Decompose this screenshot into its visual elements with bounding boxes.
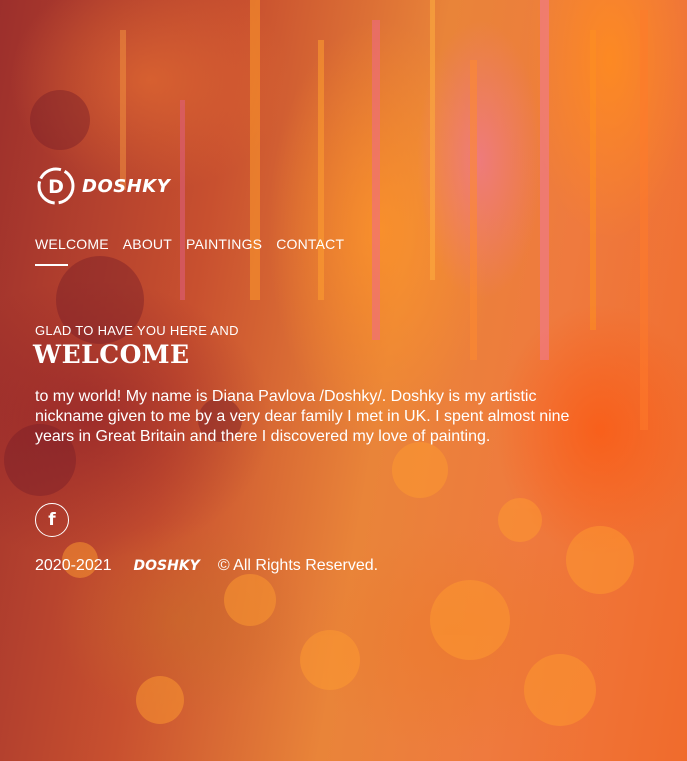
nav-paintings[interactable]: PAINTINGS xyxy=(186,236,262,252)
main-nav: WELCOME ABOUT PAINTINGS CONTACT xyxy=(35,236,344,252)
hero-title: WELCOME xyxy=(33,340,190,369)
doshky-logo-icon: D xyxy=(37,167,75,205)
facebook-icon[interactable]: f xyxy=(35,503,69,537)
logo-mark-letter: D xyxy=(48,176,64,198)
hero-intro: to my world! My name is Diana Pavlova /D… xyxy=(35,388,570,445)
footer-year: 2020-2021 xyxy=(35,557,112,574)
site-logo[interactable]: D DOSHKY xyxy=(36,166,170,206)
nav-about[interactable]: ABOUT xyxy=(123,236,172,252)
nav-welcome[interactable]: WELCOME xyxy=(35,236,109,252)
nav-contact[interactable]: CONTACT xyxy=(276,236,344,252)
footer-brand-logo: DOSHKY xyxy=(133,558,200,574)
hero-kicker: GLAD TO HAVE YOU HERE AND xyxy=(35,323,239,338)
nav-active-indicator xyxy=(35,264,68,266)
footer: 2020-2021 DOSHKY © All Rights Reserved. xyxy=(35,557,378,575)
footer-copyright: © All Rights Reserved. xyxy=(217,557,379,574)
logo-wordmark: DOSHKY xyxy=(82,175,171,197)
